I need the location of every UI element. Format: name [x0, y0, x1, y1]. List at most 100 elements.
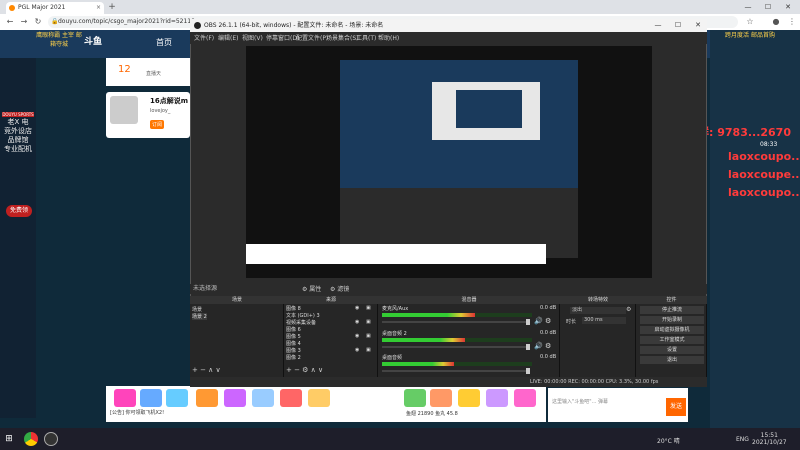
menu-edit[interactable]: 编辑(E)	[218, 33, 238, 42]
start-button[interactable]: ⊞	[0, 430, 18, 448]
eye-icon[interactable]: ◉	[355, 347, 359, 353]
gift-item[interactable]	[166, 389, 188, 407]
speaker-icon[interactable]: 🔊 ⚙	[534, 342, 551, 350]
volume-knob[interactable]	[526, 344, 530, 350]
forward-icon[interactable]: →	[18, 14, 30, 30]
volume-knob[interactable]	[526, 319, 530, 325]
gift-item[interactable]	[514, 389, 536, 407]
chat-input[interactable]: 这里输入"斗鱼吧"... 弹幕	[552, 398, 652, 416]
gift-item[interactable]	[430, 389, 452, 407]
gift-item[interactable]	[458, 389, 480, 407]
speaker-icon[interactable]: 🔊 ⚙	[534, 317, 551, 325]
menu-tools[interactable]: 工具(T)	[356, 33, 376, 42]
duration-input[interactable]: 300 ms	[582, 317, 626, 324]
gift-item[interactable]	[308, 389, 330, 407]
transition-select[interactable]: 淡出	[570, 307, 626, 314]
menu-docks[interactable]: 停靠窗口(D)	[266, 33, 299, 42]
back-icon[interactable]: ←	[4, 14, 16, 30]
language-indicator[interactable]: ENG	[736, 436, 749, 443]
lock-icon[interactable]: ▣	[366, 319, 371, 325]
obs-close-button[interactable]: ✕	[688, 19, 708, 32]
volume-knob[interactable]	[526, 368, 530, 374]
minimize-button[interactable]: —	[738, 0, 758, 14]
maximize-button[interactable]: ☐	[758, 0, 778, 14]
left-ad-button[interactable]: 免费领	[6, 205, 32, 217]
virtual-camera-button[interactable]: 启动虚拟摄像机	[640, 326, 704, 334]
obs-minimize-button[interactable]: —	[648, 19, 668, 32]
source-item[interactable]: 文本 (GDI+) 3	[286, 312, 320, 319]
source-item[interactable]: 视频采集设备	[286, 319, 316, 326]
chat-send-button[interactable]: 发送	[666, 398, 686, 416]
stop-streaming-button[interactable]: 停止推流	[640, 306, 704, 314]
eye-icon[interactable]: ◉	[355, 333, 359, 339]
properties-button[interactable]: ⚙ 属性	[302, 284, 321, 293]
reload-icon[interactable]: ↻	[32, 14, 44, 30]
subscribe-button[interactable]: 订阅	[150, 120, 165, 129]
menu-help[interactable]: 帮助(H)	[378, 33, 399, 42]
source-item[interactable]: 图像 2	[286, 354, 301, 361]
obs-taskbar-icon[interactable]	[44, 432, 58, 446]
lock-icon[interactable]: ▣	[366, 305, 371, 311]
volume-slider[interactable]	[382, 319, 530, 325]
fish-balance: 鱼翅 21890 鱼丸 45.8	[406, 411, 458, 417]
clock[interactable]: 15:51 2021/10/27	[752, 432, 787, 446]
start-recording-button[interactable]: 开始录制	[640, 316, 704, 324]
anchor-name[interactable]: 16点解说m	[150, 96, 188, 106]
header-ad-left[interactable]: 鹰眼称霸 主宰 邮箱夺城	[34, 30, 84, 58]
lock-icon[interactable]: ▣	[366, 347, 371, 353]
new-tab-button[interactable]: +	[106, 0, 118, 14]
exit-button[interactable]: 退出	[640, 356, 704, 364]
menu-view[interactable]: 视图(V)	[242, 33, 263, 42]
menu-profile[interactable]: 配置文件(P)	[296, 33, 328, 42]
tab-close-icon[interactable]: ×	[96, 2, 101, 14]
header-ad-right[interactable]: 跨月度活 邮品首购	[710, 30, 790, 58]
gift-item[interactable]	[196, 389, 218, 407]
obs-titlebar[interactable]: OBS 26.1.1 (64-bit, windows) - 配置文件: 未命名…	[190, 19, 707, 32]
eye-icon[interactable]: ◉	[355, 319, 359, 325]
douyu-logo[interactable]: 斗鱼	[84, 34, 102, 47]
source-item[interactable]: 图像 3	[286, 347, 301, 354]
duration-label: 时长	[566, 319, 577, 325]
gift-item[interactable]	[114, 389, 136, 407]
browser-tabbar	[0, 0, 800, 14]
scene-item[interactable]: 场景 2	[192, 313, 207, 320]
gift-item[interactable]	[404, 389, 426, 407]
source-item[interactable]: 图像 8	[286, 305, 301, 312]
gift-item[interactable]	[252, 389, 274, 407]
gift-item[interactable]	[486, 389, 508, 407]
mixer-channel-name: 桌面音频	[382, 355, 403, 361]
anchor-avatar[interactable]	[110, 96, 138, 124]
gift-item[interactable]	[280, 389, 302, 407]
eye-icon[interactable]: ◉	[355, 305, 359, 311]
gift-item[interactable]	[140, 389, 162, 407]
follow-card[interactable]: 12 直播天	[106, 58, 190, 86]
chrome-taskbar-icon[interactable]	[24, 432, 38, 446]
menu-scene-collection[interactable]: 场景集合(S)	[326, 33, 359, 42]
studio-mode-button[interactable]: 工作室模式	[640, 336, 704, 344]
star-icon[interactable]: ☆	[744, 14, 756, 30]
menu-file[interactable]: 文件(F)	[194, 33, 214, 42]
sources-dock-header: 来源	[284, 296, 378, 304]
right-ad-banner[interactable]	[710, 30, 800, 428]
browser-tab[interactable]: PGL Major 2021 ×	[6, 2, 104, 14]
lock-icon[interactable]: ▣	[366, 333, 371, 339]
nav-home-link[interactable]: 首页	[156, 37, 172, 48]
source-item[interactable]: 图像 6	[286, 326, 301, 333]
transition-gear-icon[interactable]: ⚙	[626, 306, 631, 313]
filters-button[interactable]: ⚙ 滤镜	[330, 284, 349, 293]
source-item[interactable]: 图像 5	[286, 333, 301, 340]
weather-widget[interactable]: 20°C 晴	[657, 436, 680, 445]
profile-icon[interactable]: ●	[770, 14, 782, 30]
volume-slider[interactable]	[382, 368, 530, 374]
menu-icon[interactable]: ⋮	[786, 14, 798, 30]
volume-slider[interactable]	[382, 344, 530, 350]
mixer-dock-header: 混音器	[378, 296, 560, 304]
source-item[interactable]: 图像 4	[286, 340, 301, 347]
gift-item[interactable]	[224, 389, 246, 407]
add-source-icon[interactable]: + − ⚙ ∧ ∨	[286, 366, 323, 374]
settings-button[interactable]: 设置	[640, 346, 704, 354]
add-scene-icon[interactable]: + − ∧ ∨	[192, 366, 221, 374]
obs-maximize-button[interactable]: ☐	[668, 19, 688, 32]
close-window-button[interactable]: ✕	[778, 0, 798, 14]
scene-item[interactable]: 场景	[192, 306, 202, 313]
